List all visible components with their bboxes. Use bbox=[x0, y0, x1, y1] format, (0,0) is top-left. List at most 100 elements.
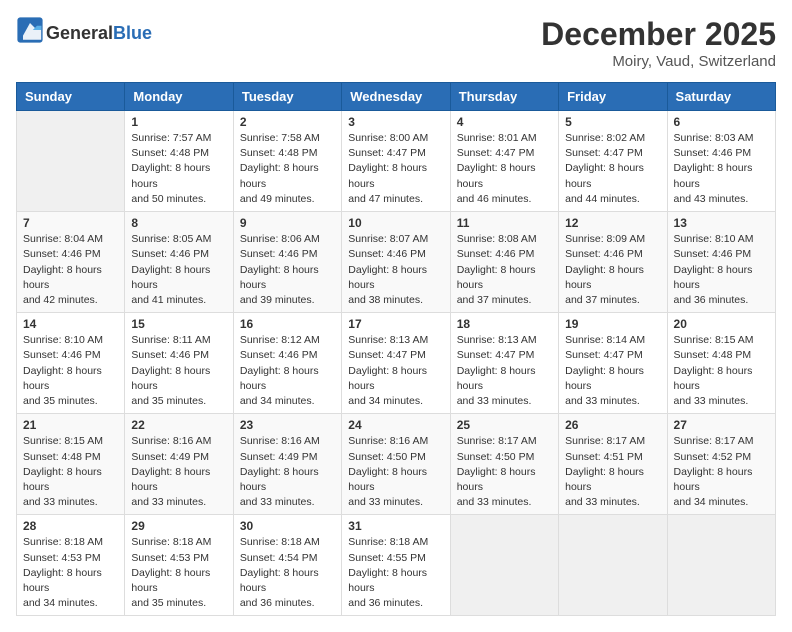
calendar-cell: 2 Sunrise: 7:58 AMSunset: 4:48 PMDaylight… bbox=[233, 111, 341, 212]
calendar-cell: 10 Sunrise: 8:07 AMSunset: 4:46 PMDayligh… bbox=[342, 212, 450, 313]
weekday-header: Sunday bbox=[17, 83, 125, 111]
day-info: Sunrise: 8:13 AMSunset: 4:47 PMDaylight:… bbox=[457, 333, 552, 409]
day-number: 30 bbox=[240, 519, 335, 533]
day-info: Sunrise: 8:11 AMSunset: 4:46 PMDaylight:… bbox=[131, 333, 226, 409]
day-info: Sunrise: 8:18 AMSunset: 4:55 PMDaylight:… bbox=[348, 535, 443, 611]
day-number: 13 bbox=[674, 216, 769, 230]
weekday-header: Friday bbox=[559, 83, 667, 111]
day-info: Sunrise: 8:17 AMSunset: 4:50 PMDaylight:… bbox=[457, 434, 552, 510]
day-number: 6 bbox=[674, 115, 769, 129]
day-info: Sunrise: 8:16 AMSunset: 4:50 PMDaylight:… bbox=[348, 434, 443, 510]
day-info: Sunrise: 8:13 AMSunset: 4:47 PMDaylight:… bbox=[348, 333, 443, 409]
calendar-cell: 7Sunrise: 8:04 AMSunset: 4:46 PMDaylight… bbox=[17, 212, 125, 313]
day-number: 19 bbox=[565, 317, 660, 331]
day-number: 2 bbox=[240, 115, 335, 129]
day-info: Sunrise: 8:04 AMSunset: 4:46 PMDaylight:… bbox=[23, 232, 118, 308]
calendar-cell: 21 Sunrise: 8:15 AMSunset: 4:48 PMDayligh… bbox=[17, 414, 125, 515]
calendar-cell: 9 Sunrise: 8:06 AMSunset: 4:46 PMDaylight… bbox=[233, 212, 341, 313]
calendar-table: SundayMondayTuesdayWednesdayThursdayFrid… bbox=[16, 82, 776, 616]
title-block: December 2025 Moiry, Vaud, Switzerland bbox=[541, 16, 776, 70]
day-info: Sunrise: 8:17 AMSunset: 4:52 PMDaylight:… bbox=[674, 434, 769, 510]
day-number: 17 bbox=[348, 317, 443, 331]
weekday-header: Monday bbox=[125, 83, 233, 111]
page-subtitle: Moiry, Vaud, Switzerland bbox=[541, 53, 776, 70]
day-number: 16 bbox=[240, 317, 335, 331]
calendar-cell: 4Sunrise: 8:01 AMSunset: 4:47 PMDaylight… bbox=[450, 111, 558, 212]
calendar-cell: 16 Sunrise: 8:12 AMSunset: 4:46 PMDayligh… bbox=[233, 313, 341, 414]
day-number: 1 bbox=[131, 115, 226, 129]
day-info: Sunrise: 8:15 AMSunset: 4:48 PMDaylight:… bbox=[23, 434, 118, 510]
logo-general: General bbox=[46, 23, 113, 43]
page-title: December 2025 bbox=[541, 16, 776, 53]
day-number: 10 bbox=[348, 216, 443, 230]
day-number: 4 bbox=[457, 115, 552, 129]
day-number: 23 bbox=[240, 418, 335, 432]
day-number: 28 bbox=[23, 519, 118, 533]
calendar-week-row: 21 Sunrise: 8:15 AMSunset: 4:48 PMDayligh… bbox=[17, 414, 776, 515]
calendar-cell: 27 Sunrise: 8:17 AMSunset: 4:52 PMDayligh… bbox=[667, 414, 775, 515]
day-info: Sunrise: 7:58 AMSunset: 4:48 PMDaylight:… bbox=[240, 131, 335, 207]
day-info: Sunrise: 8:03 AMSunset: 4:46 PMDaylight:… bbox=[674, 131, 769, 207]
calendar-cell: 1 Sunrise: 7:57 AMSunset: 4:48 PMDaylight… bbox=[125, 111, 233, 212]
calendar-cell: 23 Sunrise: 8:16 AMSunset: 4:49 PMDayligh… bbox=[233, 414, 341, 515]
weekday-header-row: SundayMondayTuesdayWednesdayThursdayFrid… bbox=[17, 83, 776, 111]
calendar-cell: 13 Sunrise: 8:10 AMSunset: 4:46 PMDayligh… bbox=[667, 212, 775, 313]
day-info: Sunrise: 8:07 AMSunset: 4:46 PMDaylight:… bbox=[348, 232, 443, 308]
day-info: Sunrise: 8:12 AMSunset: 4:46 PMDaylight:… bbox=[240, 333, 335, 409]
page-header: GeneralBlue December 2025 Moiry, Vaud, S… bbox=[16, 16, 776, 70]
logo-icon bbox=[16, 16, 44, 44]
day-info: Sunrise: 8:08 AMSunset: 4:46 PMDaylight:… bbox=[457, 232, 552, 308]
day-number: 8 bbox=[131, 216, 226, 230]
day-number: 25 bbox=[457, 418, 552, 432]
calendar-cell: 24 Sunrise: 8:16 AMSunset: 4:50 PMDayligh… bbox=[342, 414, 450, 515]
day-number: 15 bbox=[131, 317, 226, 331]
calendar-cell: 30 Sunrise: 8:18 AMSunset: 4:54 PMDayligh… bbox=[233, 515, 341, 616]
day-info: Sunrise: 8:05 AMSunset: 4:46 PMDaylight:… bbox=[131, 232, 226, 308]
day-number: 26 bbox=[565, 418, 660, 432]
calendar-cell: 20 Sunrise: 8:15 AMSunset: 4:48 PMDayligh… bbox=[667, 313, 775, 414]
day-info: Sunrise: 8:02 AMSunset: 4:47 PMDaylight:… bbox=[565, 131, 660, 207]
calendar-cell: 25 Sunrise: 8:17 AMSunset: 4:50 PMDayligh… bbox=[450, 414, 558, 515]
day-info: Sunrise: 8:06 AMSunset: 4:46 PMDaylight:… bbox=[240, 232, 335, 308]
day-info: Sunrise: 8:10 AMSunset: 4:46 PMDaylight:… bbox=[23, 333, 118, 409]
day-number: 27 bbox=[674, 418, 769, 432]
day-number: 21 bbox=[23, 418, 118, 432]
calendar-cell: 19 Sunrise: 8:14 AMSunset: 4:47 PMDayligh… bbox=[559, 313, 667, 414]
day-info: Sunrise: 8:18 AMSunset: 4:53 PMDaylight:… bbox=[23, 535, 118, 611]
weekday-header: Thursday bbox=[450, 83, 558, 111]
calendar-cell: 3Sunrise: 8:00 AMSunset: 4:47 PMDaylight… bbox=[342, 111, 450, 212]
day-info: Sunrise: 8:18 AMSunset: 4:53 PMDaylight:… bbox=[131, 535, 226, 611]
day-info: Sunrise: 8:14 AMSunset: 4:47 PMDaylight:… bbox=[565, 333, 660, 409]
day-info: Sunrise: 8:00 AMSunset: 4:47 PMDaylight:… bbox=[348, 131, 443, 207]
day-number: 11 bbox=[457, 216, 552, 230]
day-info: Sunrise: 8:17 AMSunset: 4:51 PMDaylight:… bbox=[565, 434, 660, 510]
day-number: 18 bbox=[457, 317, 552, 331]
calendar-cell: 12Sunrise: 8:09 AMSunset: 4:46 PMDayligh… bbox=[559, 212, 667, 313]
day-info: Sunrise: 8:16 AMSunset: 4:49 PMDaylight:… bbox=[131, 434, 226, 510]
calendar-week-row: 28 Sunrise: 8:18 AMSunset: 4:53 PMDayligh… bbox=[17, 515, 776, 616]
calendar-week-row: 7Sunrise: 8:04 AMSunset: 4:46 PMDaylight… bbox=[17, 212, 776, 313]
calendar-cell: 5 Sunrise: 8:02 AMSunset: 4:47 PMDaylight… bbox=[559, 111, 667, 212]
calendar-cell bbox=[17, 111, 125, 212]
calendar-cell: 28 Sunrise: 8:18 AMSunset: 4:53 PMDayligh… bbox=[17, 515, 125, 616]
calendar-cell bbox=[667, 515, 775, 616]
day-number: 5 bbox=[565, 115, 660, 129]
day-number: 14 bbox=[23, 317, 118, 331]
weekday-header: Tuesday bbox=[233, 83, 341, 111]
logo: GeneralBlue bbox=[16, 16, 152, 44]
calendar-cell: 26 Sunrise: 8:17 AMSunset: 4:51 PMDayligh… bbox=[559, 414, 667, 515]
day-info: Sunrise: 7:57 AMSunset: 4:48 PMDaylight:… bbox=[131, 131, 226, 207]
day-number: 24 bbox=[348, 418, 443, 432]
calendar-cell bbox=[559, 515, 667, 616]
day-number: 31 bbox=[348, 519, 443, 533]
day-info: Sunrise: 8:18 AMSunset: 4:54 PMDaylight:… bbox=[240, 535, 335, 611]
calendar-cell: 29Sunrise: 8:18 AMSunset: 4:53 PMDayligh… bbox=[125, 515, 233, 616]
weekday-header: Wednesday bbox=[342, 83, 450, 111]
day-number: 9 bbox=[240, 216, 335, 230]
day-info: Sunrise: 8:16 AMSunset: 4:49 PMDaylight:… bbox=[240, 434, 335, 510]
calendar-week-row: 14 Sunrise: 8:10 AMSunset: 4:46 PMDayligh… bbox=[17, 313, 776, 414]
calendar-cell: 15 Sunrise: 8:11 AMSunset: 4:46 PMDayligh… bbox=[125, 313, 233, 414]
day-info: Sunrise: 8:15 AMSunset: 4:48 PMDaylight:… bbox=[674, 333, 769, 409]
day-info: Sunrise: 8:10 AMSunset: 4:46 PMDaylight:… bbox=[674, 232, 769, 308]
day-number: 20 bbox=[674, 317, 769, 331]
